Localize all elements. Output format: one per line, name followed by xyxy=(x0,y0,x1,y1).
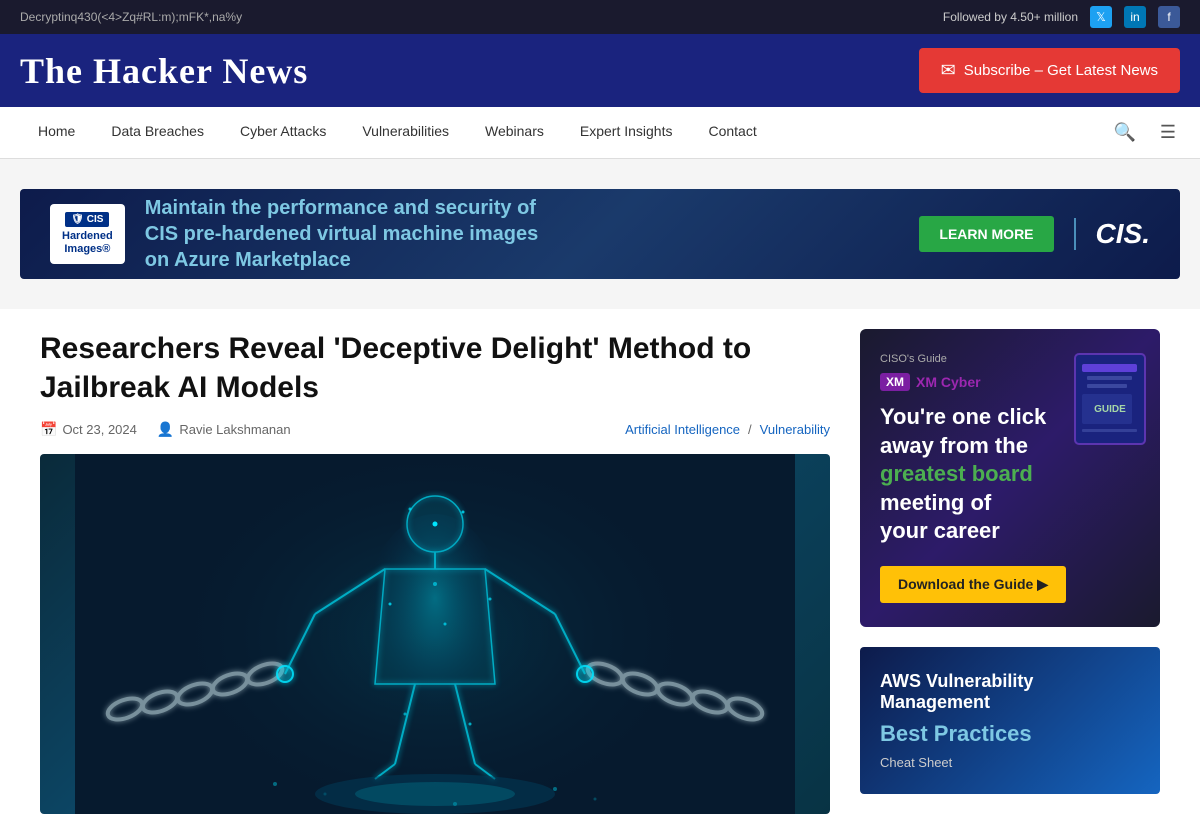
aws-ad: AWS Vulnerability Management Best Practi… xyxy=(860,647,1160,794)
nav-contact[interactable]: Contact xyxy=(690,107,774,158)
svg-text:GUIDE: GUIDE xyxy=(1094,404,1126,415)
main-content: Researchers Reveal 'Deceptive Delight' M… xyxy=(20,309,1180,834)
xm-line4: your career xyxy=(880,518,1000,543)
aws-title: AWS Vulnerability Management xyxy=(880,671,1140,713)
ad-banner: 🛡 CIS HardenedImages® Maintain the perfo… xyxy=(20,189,1180,279)
xm-cyber-name: XM Cyber xyxy=(916,374,981,390)
followers-text: Followed by 4.50+ million xyxy=(943,10,1078,24)
xm-line3: meeting of xyxy=(880,490,991,515)
xm-cyber-ad: CISO's Guide XM XM Cyber You're one clic… xyxy=(860,329,1160,627)
calendar-icon: 📅 xyxy=(40,421,57,438)
sidebar: CISO's Guide XM XM Cyber You're one clic… xyxy=(860,329,1160,814)
article-author: 👤 Ravie Lakshmanan xyxy=(157,421,291,438)
top-bar: Decryptinq430(<4>Zq#RL:m);mFK*,na%y Foll… xyxy=(0,0,1200,34)
nav-webinars[interactable]: Webinars xyxy=(467,107,562,158)
marquee-text: Decryptinq430(<4>Zq#RL:m);mFK*,na%y xyxy=(20,10,242,24)
nav-data-breaches[interactable]: Data Breaches xyxy=(93,107,222,158)
cis-logo: 🛡 CIS HardenedImages® xyxy=(50,204,125,264)
nav-home[interactable]: Home xyxy=(20,107,93,158)
twitter-icon[interactable]: 𝕏 xyxy=(1090,6,1112,28)
article-date: 📅 Oct 23, 2024 xyxy=(40,421,137,438)
article-meta-left: 📅 Oct 23, 2024 👤 Ravie Lakshmanan xyxy=(40,421,291,438)
ad-banner-text: Maintain the performance and security of… xyxy=(125,195,920,273)
aws-subtitle: Best Practices xyxy=(880,721,1140,747)
search-button[interactable]: 🔍 xyxy=(1109,118,1139,147)
nav-vulnerabilities[interactable]: Vulnerabilities xyxy=(344,107,467,158)
envelope-icon: ✉ xyxy=(941,60,956,81)
aws-label: Cheat Sheet xyxy=(880,755,1140,770)
nav-expert-insights[interactable]: Expert Insights xyxy=(562,107,691,158)
facebook-icon[interactable]: f xyxy=(1158,6,1180,28)
cis-right-logo: CIS. xyxy=(1074,218,1150,250)
menu-button[interactable]: ☰ xyxy=(1156,118,1180,147)
learn-more-button[interactable]: LEARN MORE xyxy=(919,216,1053,252)
main-nav: Home Data Breaches Cyber Attacks Vulnera… xyxy=(0,107,1200,159)
subscribe-button[interactable]: ✉ Subscribe – Get Latest News xyxy=(919,48,1180,93)
ad-line3: on Azure Marketplace xyxy=(145,249,351,271)
nav-links: Home Data Breaches Cyber Attacks Vulnera… xyxy=(20,107,775,158)
xm-book-image: GUIDE xyxy=(1070,349,1150,449)
site-logo[interactable]: The Hacker News xyxy=(20,50,308,92)
top-bar-right: Followed by 4.50+ million 𝕏 in f xyxy=(943,6,1180,28)
article-title: Researchers Reveal 'Deceptive Delight' M… xyxy=(40,329,830,407)
linkedin-icon[interactable]: in xyxy=(1124,6,1146,28)
ad-line2: CIS pre-hardened virtual machine images xyxy=(145,223,538,245)
xm-green: greatest board xyxy=(880,461,1033,486)
xm-download-button[interactable]: Download the Guide ▶ xyxy=(880,566,1066,603)
author-text: Ravie Lakshmanan xyxy=(179,422,290,437)
article: Researchers Reveal 'Deceptive Delight' M… xyxy=(40,329,830,814)
xm-line2: away from the xyxy=(880,433,1028,458)
nav-cyber-attacks[interactable]: Cyber Attacks xyxy=(222,107,344,158)
date-text: Oct 23, 2024 xyxy=(62,422,136,437)
category-ai[interactable]: Artificial Intelligence xyxy=(625,422,740,437)
ad-banner-left: 🛡 CIS HardenedImages® xyxy=(50,204,125,264)
ad-line1: Maintain the performance and security of xyxy=(145,197,536,219)
nav-icons: 🔍 ☰ xyxy=(1109,118,1180,147)
category-vuln[interactable]: Vulnerability xyxy=(760,422,830,437)
category-sep: / xyxy=(748,422,752,437)
xm-line1: You're one click xyxy=(880,404,1046,429)
user-icon: 👤 xyxy=(157,421,174,438)
article-categories: Artificial Intelligence / Vulnerability xyxy=(625,422,830,437)
xm-badge: XM xyxy=(880,373,910,391)
article-meta: 📅 Oct 23, 2024 👤 Ravie Lakshmanan Artifi… xyxy=(40,421,830,438)
cis-badge: 🛡 CIS xyxy=(65,212,109,227)
article-image xyxy=(40,454,830,814)
subscribe-label: Subscribe – Get Latest News xyxy=(964,62,1158,79)
header: The Hacker News ✉ Subscribe – Get Latest… xyxy=(0,34,1200,107)
cis-label: HardenedImages® xyxy=(62,230,113,256)
